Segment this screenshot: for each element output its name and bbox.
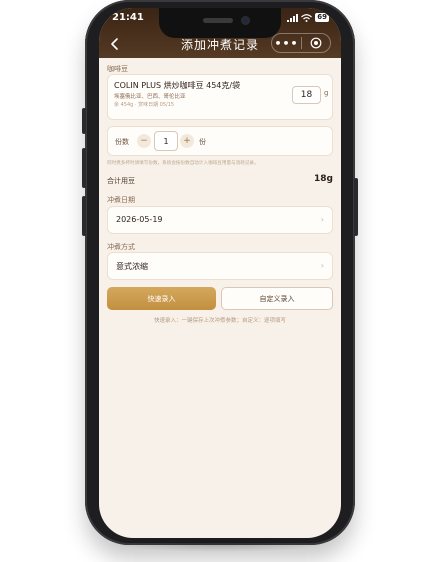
custom-entry-button[interactable]: 自定义录入 <box>221 287 333 310</box>
battery-indicator: 69 <box>315 13 329 22</box>
brew-method-label: 冲煮方式 <box>107 243 135 251</box>
app-screen: 21:41 69 添加冲煮记录 ••• 咖啡豆 COLIN PLUS 烘炒咖啡豆… <box>99 8 341 538</box>
target-icon <box>310 37 322 49</box>
close-mini-program-button[interactable] <box>302 37 330 49</box>
total-row: 合计用豆 18g <box>107 174 333 190</box>
bean-meta: 余 454g · 赏味日期 05/15 <box>114 102 175 108</box>
brew-date-value: 2026-05-19 <box>116 215 163 224</box>
volume-up-button <box>82 148 86 188</box>
quantity-minus-button[interactable]: − <box>137 134 151 148</box>
quantity-stepper: 份数 − 1 + 份 <box>107 126 333 156</box>
bean-origin: 埃塞俄比亚、巴西、哥伦比亚 <box>114 94 186 100</box>
dose-input[interactable]: 18 <box>292 86 321 104</box>
bean-section-label: 咖啡豆 <box>107 65 128 73</box>
mini-program-capsule: ••• <box>271 33 331 53</box>
brew-method-select[interactable]: 意式浓缩 › <box>107 252 333 280</box>
bean-name: COLIN PLUS 烘炒咖啡豆 454克/袋 <box>114 81 241 90</box>
dose-unit: g <box>324 89 329 97</box>
status-time: 21:41 <box>112 12 144 23</box>
brew-date-field[interactable]: 2026-05-19 › <box>107 206 333 234</box>
total-label: 合计用豆 <box>107 177 135 185</box>
quantity-label: 份数 <box>115 138 129 146</box>
chevron-right-icon: › <box>320 215 324 224</box>
dynamic-island <box>159 8 281 38</box>
front-camera <box>241 16 250 25</box>
wifi-icon <box>301 13 313 22</box>
phone-shadow <box>110 536 330 552</box>
brew-date-label: 冲煮日期 <box>107 196 135 204</box>
status-icons: 69 <box>287 13 329 22</box>
app-header: 21:41 69 添加冲煮记录 ••• <box>99 8 341 58</box>
chevron-right-icon: › <box>320 261 324 270</box>
quantity-plus-button[interactable]: + <box>180 134 194 148</box>
bean-card[interactable]: COLIN PLUS 烘炒咖啡豆 454克/袋 埃塞俄比亚、巴西、哥伦比亚 余 … <box>107 74 333 120</box>
brew-method-value: 意式浓缩 <box>116 262 148 271</box>
total-value: 18g <box>314 174 333 184</box>
entry-footnote: 快速录入：一键保存上次冲煮参数；自定义：逐项填写 <box>153 318 286 324</box>
speaker-grille <box>203 18 233 23</box>
signal-icon <box>287 13 299 22</box>
more-menu-button[interactable]: ••• <box>272 37 301 50</box>
mute-switch <box>82 108 86 134</box>
quick-entry-button[interactable]: 快速录入 <box>107 287 216 310</box>
quantity-hint: 同时煮多杯时请填写份数，系统会按份数自动计入咖啡豆用量与消耗记录。 <box>107 161 259 166</box>
power-button <box>354 178 358 236</box>
quantity-unit: 份 <box>199 138 206 146</box>
quantity-input[interactable]: 1 <box>154 131 178 151</box>
volume-down-button <box>82 196 86 236</box>
